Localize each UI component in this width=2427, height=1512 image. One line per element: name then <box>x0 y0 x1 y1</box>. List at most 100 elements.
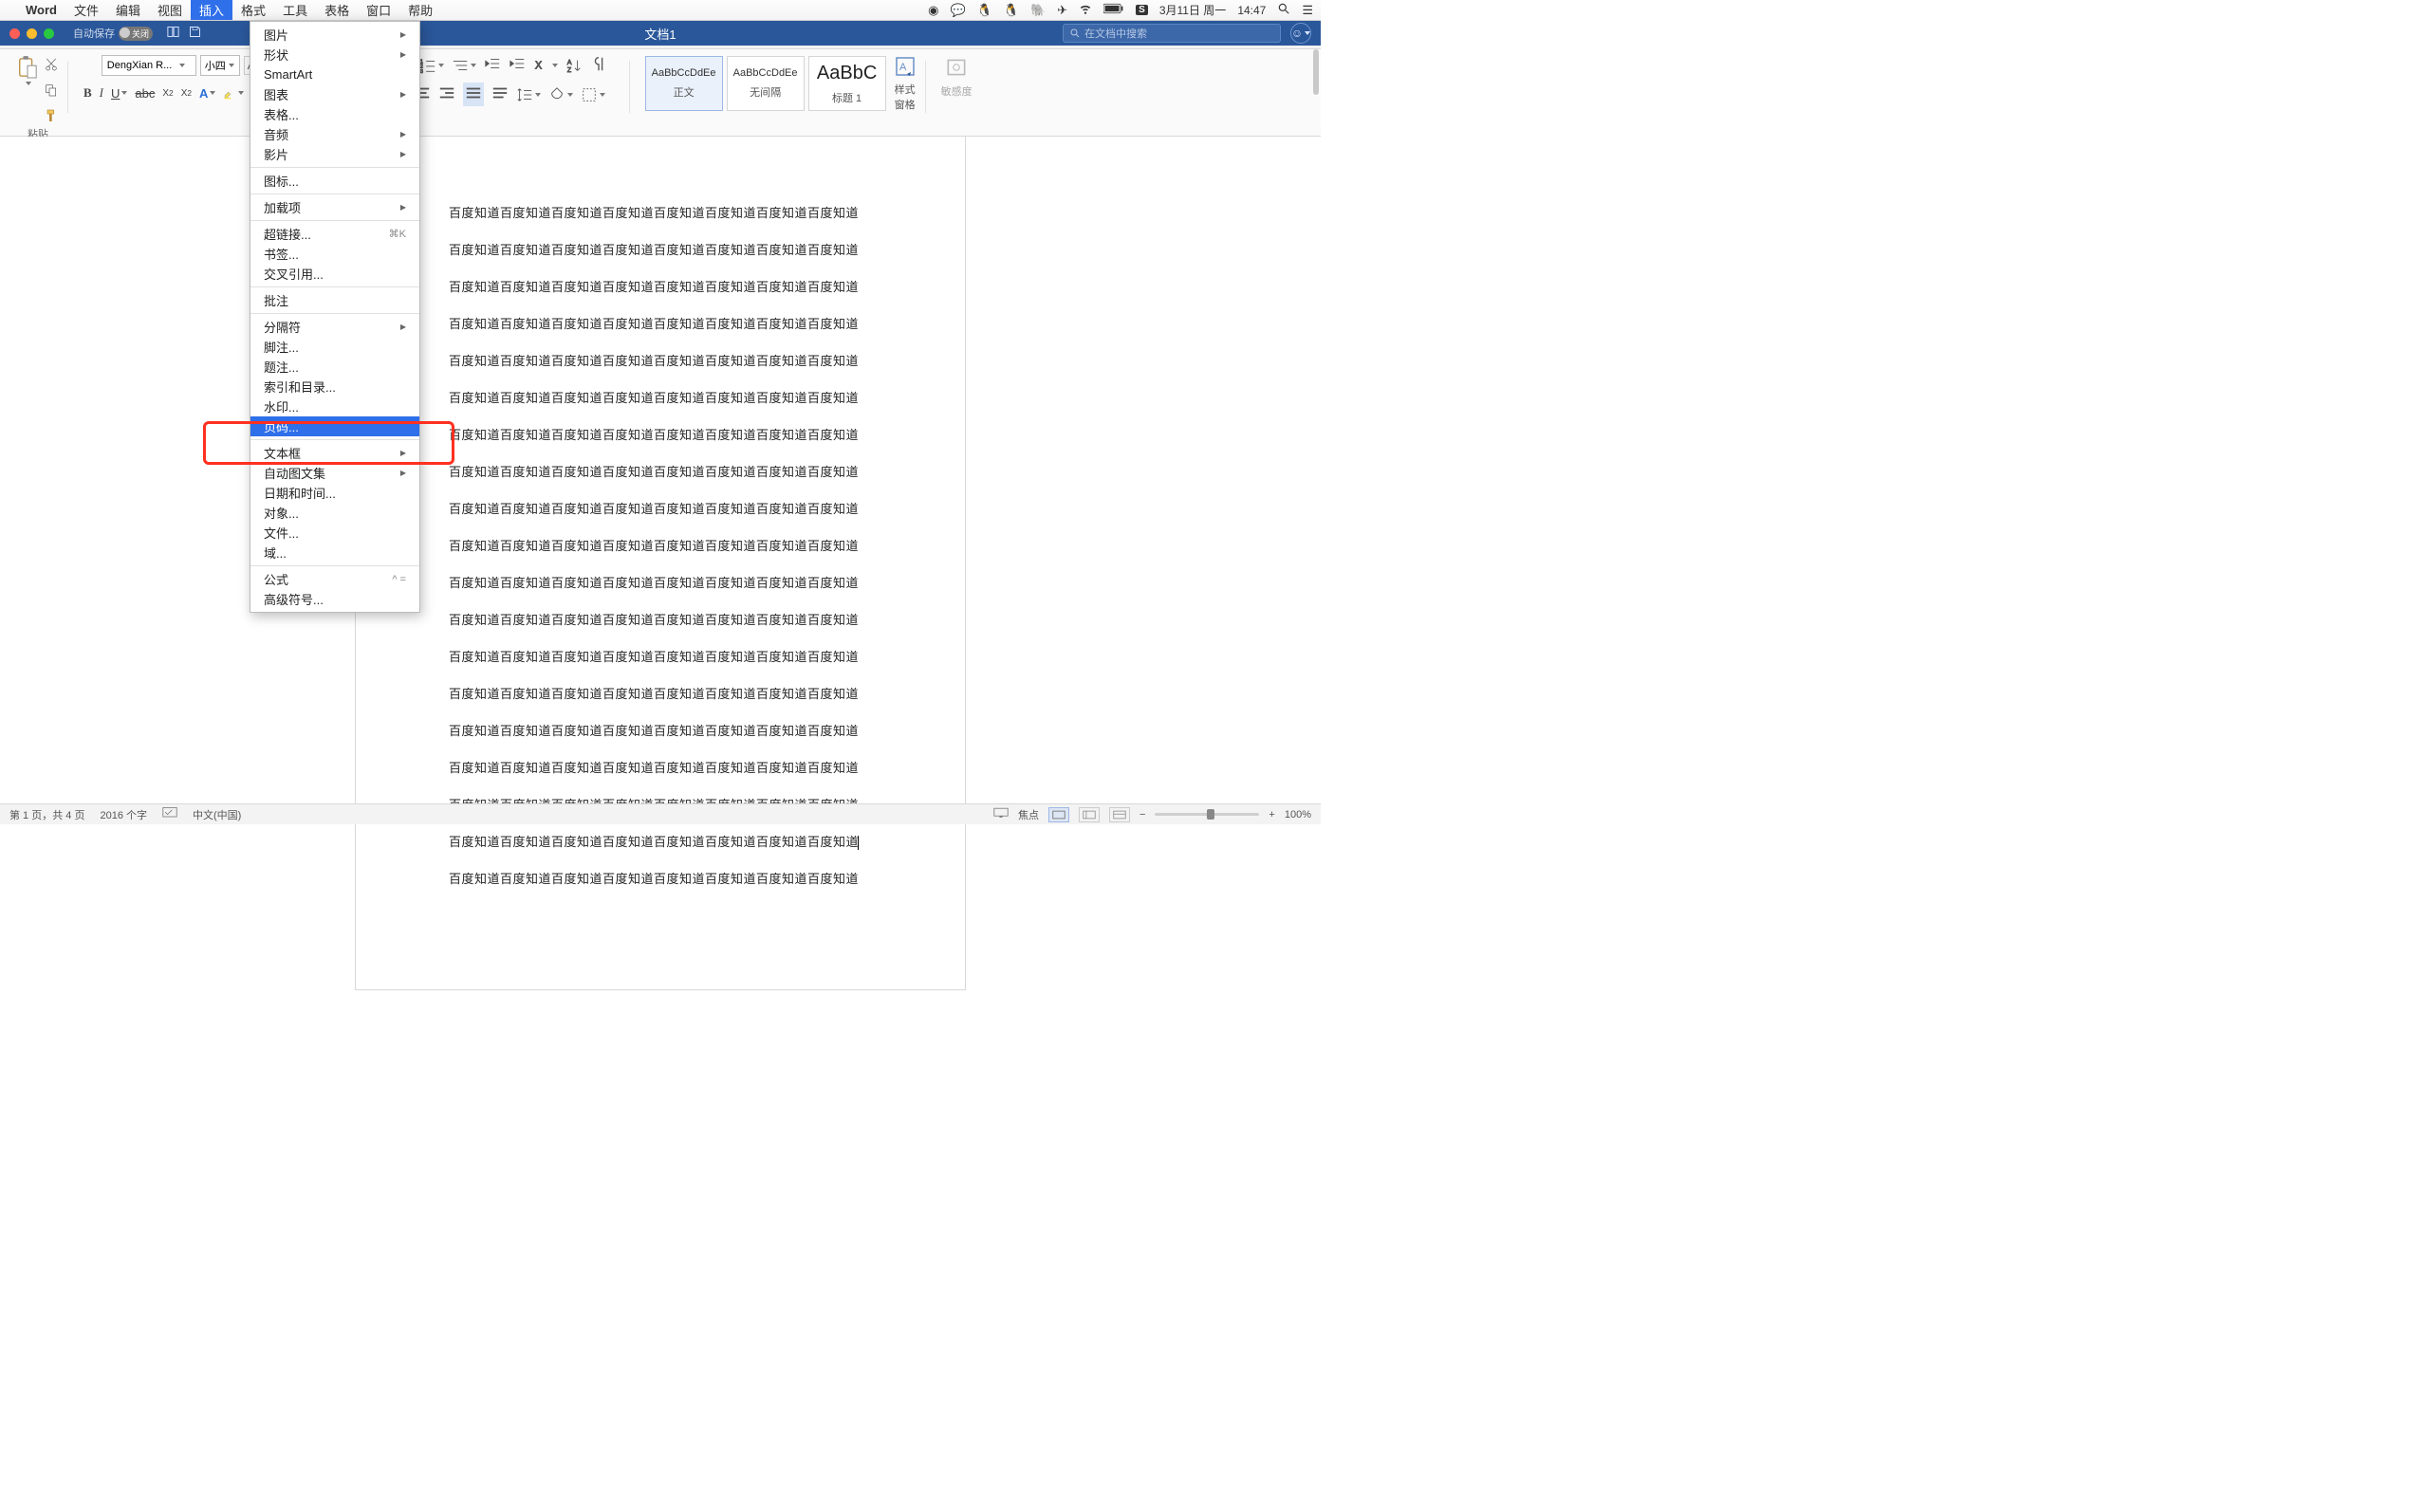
zoom-slider[interactable] <box>1155 813 1259 816</box>
menu-item-索引和目录[interactable]: 索引和目录... <box>250 377 419 396</box>
asian-layout-button[interactable]: Ⅹ <box>533 57 558 74</box>
spellcheck-icon[interactable] <box>162 806 177 822</box>
search-input[interactable]: 在文档中搜索 <box>1063 24 1281 43</box>
zoom-in-button[interactable]: + <box>1269 809 1274 821</box>
menu-item-图表[interactable]: 图表 <box>250 84 419 104</box>
menu-item-文件[interactable]: 文件... <box>250 523 419 543</box>
qq2-icon[interactable]: 🐧 <box>1004 3 1019 18</box>
styles-pane-button[interactable]: A 样式 窗格 <box>894 55 917 112</box>
borders-button[interactable] <box>581 86 605 103</box>
font-size-select[interactable]: 小四 <box>200 55 240 76</box>
show-marks-button[interactable] <box>590 55 607 75</box>
font-name-select[interactable]: DengXian R... <box>102 55 196 76</box>
control-center-icon[interactable]: ☰ <box>1302 3 1313 18</box>
copy-icon[interactable] <box>44 83 59 101</box>
page-indicator[interactable]: 第 1 页，共 4 页 <box>9 807 84 822</box>
text-effects-button[interactable]: A <box>199 86 215 101</box>
menu-item-域[interactable]: 域... <box>250 543 419 562</box>
feedback-button[interactable]: ☺ <box>1290 23 1311 44</box>
bold-button[interactable]: B <box>83 85 92 101</box>
menu-item-页码[interactable]: 页码... <box>250 416 419 436</box>
tray-icon[interactable]: ◉ <box>928 3 938 18</box>
menu-item-题注[interactable]: 题注... <box>250 357 419 377</box>
align-right-button[interactable] <box>438 84 455 104</box>
indent-increase-button[interactable] <box>509 55 526 75</box>
menu-item-SmartArt[interactable]: SmartArt <box>250 65 419 84</box>
align-distributed-button[interactable] <box>491 84 509 104</box>
align-justify-button[interactable] <box>463 83 484 106</box>
format-painter-icon[interactable] <box>44 108 59 126</box>
menubar-date[interactable]: 3月11日 周一 <box>1159 2 1226 18</box>
sensitivity-button[interactable]: 敏感度 <box>941 55 973 99</box>
menu-help[interactable]: 帮助 <box>399 0 441 20</box>
underline-button[interactable]: U <box>111 86 127 101</box>
save-icon[interactable] <box>188 25 202 42</box>
language-indicator[interactable]: 中文(中国) <box>193 807 241 822</box>
menu-item-自动图文集[interactable]: 自动图文集 <box>250 463 419 483</box>
menu-file[interactable]: 文件 <box>65 0 107 20</box>
home-icon[interactable] <box>166 25 180 42</box>
menu-edit[interactable]: 编辑 <box>107 0 149 20</box>
menu-item-批注[interactable]: 批注 <box>250 290 419 310</box>
menu-item-形状[interactable]: 形状 <box>250 45 419 65</box>
strike-button[interactable]: abc <box>135 86 155 101</box>
display-settings-icon[interactable] <box>993 807 1009 821</box>
read-mode-button[interactable] <box>1048 807 1069 822</box>
italic-button[interactable]: I <box>100 85 103 101</box>
zoom-window-button[interactable] <box>44 28 54 39</box>
menu-item-对象[interactable]: 对象... <box>250 503 419 523</box>
menu-item-超链接[interactable]: 超链接...⌘K <box>250 224 419 244</box>
menu-item-影片[interactable]: 影片 <box>250 144 419 164</box>
menu-window[interactable]: 窗口 <box>358 0 399 20</box>
menu-item-图片[interactable]: 图片 <box>250 25 419 45</box>
autosave-toggle[interactable]: 自动保存 关闭 <box>73 26 153 41</box>
style-无间隔[interactable]: AaBbCcDdEe无间隔 <box>727 56 805 111</box>
sort-button[interactable]: AZ <box>565 57 583 74</box>
menu-item-表格[interactable]: 表格... <box>250 104 419 124</box>
paste-button[interactable] <box>17 55 38 85</box>
menu-item-图标[interactable]: 图标... <box>250 171 419 191</box>
indent-decrease-button[interactable] <box>484 55 501 75</box>
close-window-button[interactable] <box>9 28 20 39</box>
vertical-scrollbar[interactable] <box>1313 49 1319 95</box>
superscript-button[interactable]: X2 <box>181 88 192 99</box>
line-spacing-button[interactable] <box>516 86 541 103</box>
menu-item-加载项[interactable]: 加载项 <box>250 197 419 217</box>
menu-item-音频[interactable]: 音频 <box>250 124 419 144</box>
menu-item-日期和时间[interactable]: 日期和时间... <box>250 483 419 503</box>
evernote-icon[interactable]: 🐘 <box>1030 3 1046 18</box>
send-icon[interactable]: ✈ <box>1057 3 1067 18</box>
menu-tools[interactable]: 工具 <box>274 0 316 20</box>
style-标题 1[interactable]: AaBbC标题 1 <box>808 56 886 111</box>
highlight-button[interactable] <box>223 86 244 100</box>
battery-icon[interactable] <box>1103 3 1124 17</box>
spotlight-icon[interactable] <box>1277 2 1290 18</box>
menu-item-分隔符[interactable]: 分隔符 <box>250 317 419 337</box>
menu-table[interactable]: 表格 <box>316 0 358 20</box>
menubar-time[interactable]: 14:47 <box>1237 4 1266 17</box>
menu-format[interactable]: 格式 <box>232 0 274 20</box>
menu-item-交叉引用[interactable]: 交叉引用... <box>250 264 419 284</box>
app-name[interactable]: Word <box>17 0 65 20</box>
menu-insert[interactable]: 插入 <box>191 0 232 20</box>
subscript-button[interactable]: X2 <box>162 88 173 99</box>
menu-item-公式[interactable]: 公式^ = <box>250 569 419 589</box>
style-正文[interactable]: AaBbCcDdEe正文 <box>645 56 723 111</box>
menu-view[interactable]: 视图 <box>149 0 191 20</box>
cut-icon[interactable] <box>44 57 59 75</box>
menu-item-高级符号[interactable]: 高级符号... <box>250 589 419 609</box>
menu-item-脚注[interactable]: 脚注... <box>250 337 419 357</box>
wifi-icon[interactable] <box>1079 2 1092 18</box>
web-layout-button[interactable] <box>1109 807 1130 822</box>
minimize-window-button[interactable] <box>27 28 37 39</box>
numbering-button[interactable]: 123 <box>419 57 444 74</box>
zoom-out-button[interactable]: − <box>1139 809 1145 821</box>
multilevel-button[interactable] <box>452 57 476 74</box>
print-layout-button[interactable] <box>1079 807 1100 822</box>
ime-icon[interactable]: S <box>1136 5 1148 15</box>
document-page[interactable]: 百度知道百度知道百度知道百度知道百度知道百度知道百度知道百度知道百度知道百度知道… <box>355 137 966 990</box>
word-count[interactable]: 2016 个字 <box>100 807 147 822</box>
focus-label[interactable]: 焦点 <box>1018 807 1039 822</box>
menu-item-书签[interactable]: 书签... <box>250 244 419 264</box>
qq-icon[interactable]: 🐧 <box>977 3 992 18</box>
